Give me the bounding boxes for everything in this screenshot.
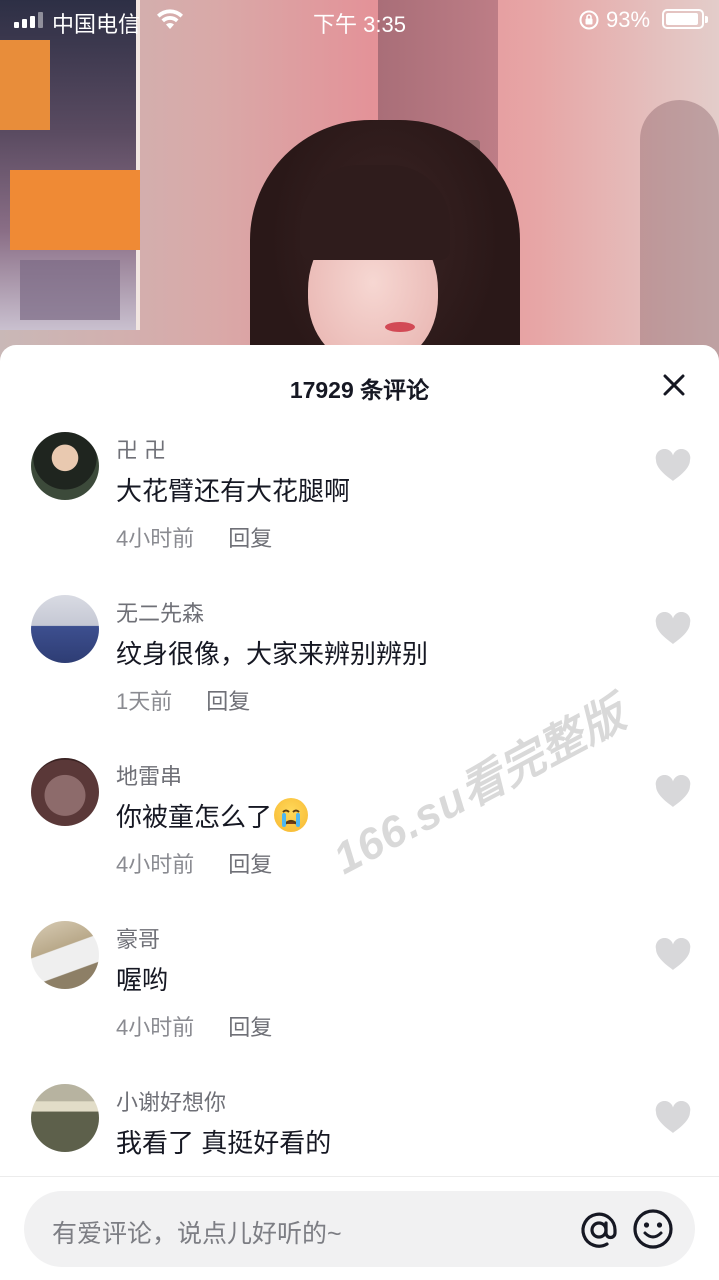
- comment-meta: 4小时前 回复: [116, 1010, 272, 1042]
- comment-meta: 4小时前 回复: [116, 521, 272, 553]
- comment-item: 豪哥 喔哟 4小时前 回复: [0, 912, 719, 1075]
- avatar[interactable]: [31, 595, 99, 663]
- reply-button[interactable]: 回复: [228, 521, 272, 553]
- comment-text: 纹身很像，大家来辨别辨别: [116, 639, 429, 669]
- reply-button[interactable]: 回复: [228, 1010, 272, 1042]
- comment-time: 1天前: [116, 689, 173, 714]
- comment-text: 我看了 真挺好看的: [116, 1128, 332, 1158]
- comment-username[interactable]: 卍 卍: [116, 433, 166, 465]
- comment-text-body: 你被童怎么了: [116, 802, 273, 832]
- comment-username[interactable]: 小谢好想你: [116, 1085, 226, 1117]
- battery-icon: [662, 9, 708, 29]
- reply-button[interactable]: 回复: [206, 684, 250, 716]
- avatar[interactable]: [31, 758, 99, 826]
- close-icon[interactable]: [658, 369, 690, 401]
- comment-time: 4小时前: [116, 852, 195, 877]
- comment-list[interactable]: 卍 卍 大花臂还有大花腿啊 4小时前 回复 无二先森 纹身很像，大家来辨别辨别 …: [0, 423, 719, 1178]
- heart-icon[interactable]: [654, 612, 692, 646]
- emoji-icon[interactable]: [630, 1206, 676, 1252]
- comment-time: 4小时前: [116, 526, 195, 551]
- at-icon[interactable]: [576, 1207, 622, 1253]
- heart-icon[interactable]: [654, 449, 692, 483]
- comment-count-title: 17929 条评论: [289, 377, 430, 403]
- wall-painting: [0, 0, 140, 330]
- comment-meta: 1天前 回复: [116, 684, 250, 716]
- comment-text: 你被童怎么了: [116, 797, 309, 834]
- comment-meta: 4小时前 回复: [116, 847, 272, 879]
- status-bar: 中国电信 下午 3:35 93%: [0, 0, 719, 40]
- comment-input-placeholder: 有爱评论，说点儿好听的~: [52, 1220, 342, 1248]
- avatar[interactable]: [31, 1084, 99, 1152]
- loudly-crying-face-icon: [274, 798, 309, 832]
- comment-item: 小谢好想你 我看了 真挺好看的: [0, 1075, 719, 1178]
- person-bangs: [300, 165, 450, 260]
- heart-icon[interactable]: [654, 938, 692, 972]
- comment-text: 喔哟: [116, 965, 169, 995]
- battery-percentage: 93%: [606, 7, 651, 32]
- comment-input-bar: 有爱评论，说点儿好听的~: [0, 1176, 719, 1280]
- wall-shadow: [640, 100, 719, 360]
- video-background[interactable]: [0, 0, 719, 380]
- comment-text: 大花臂还有大花腿啊: [116, 476, 351, 506]
- comment-username[interactable]: 地雷串: [116, 759, 182, 791]
- comment-time: 4小时前: [116, 1015, 195, 1040]
- comment-username[interactable]: 豪哥: [116, 922, 160, 954]
- comment-item: 卍 卍 大花臂还有大花腿啊 4小时前 回复: [0, 423, 719, 586]
- reply-button[interactable]: 回复: [228, 847, 272, 879]
- comment-input[interactable]: 有爱评论，说点儿好听的~: [24, 1191, 695, 1267]
- heart-icon[interactable]: [654, 1101, 692, 1135]
- avatar[interactable]: [31, 432, 99, 500]
- comments-header: 17929 条评论: [0, 345, 719, 423]
- comment-username[interactable]: 无二先森: [116, 596, 204, 628]
- heart-icon[interactable]: [654, 775, 692, 809]
- person-lips: [385, 322, 415, 332]
- battery-fill: [666, 13, 698, 25]
- avatar[interactable]: [31, 921, 99, 989]
- rotation-lock-icon: [579, 10, 599, 30]
